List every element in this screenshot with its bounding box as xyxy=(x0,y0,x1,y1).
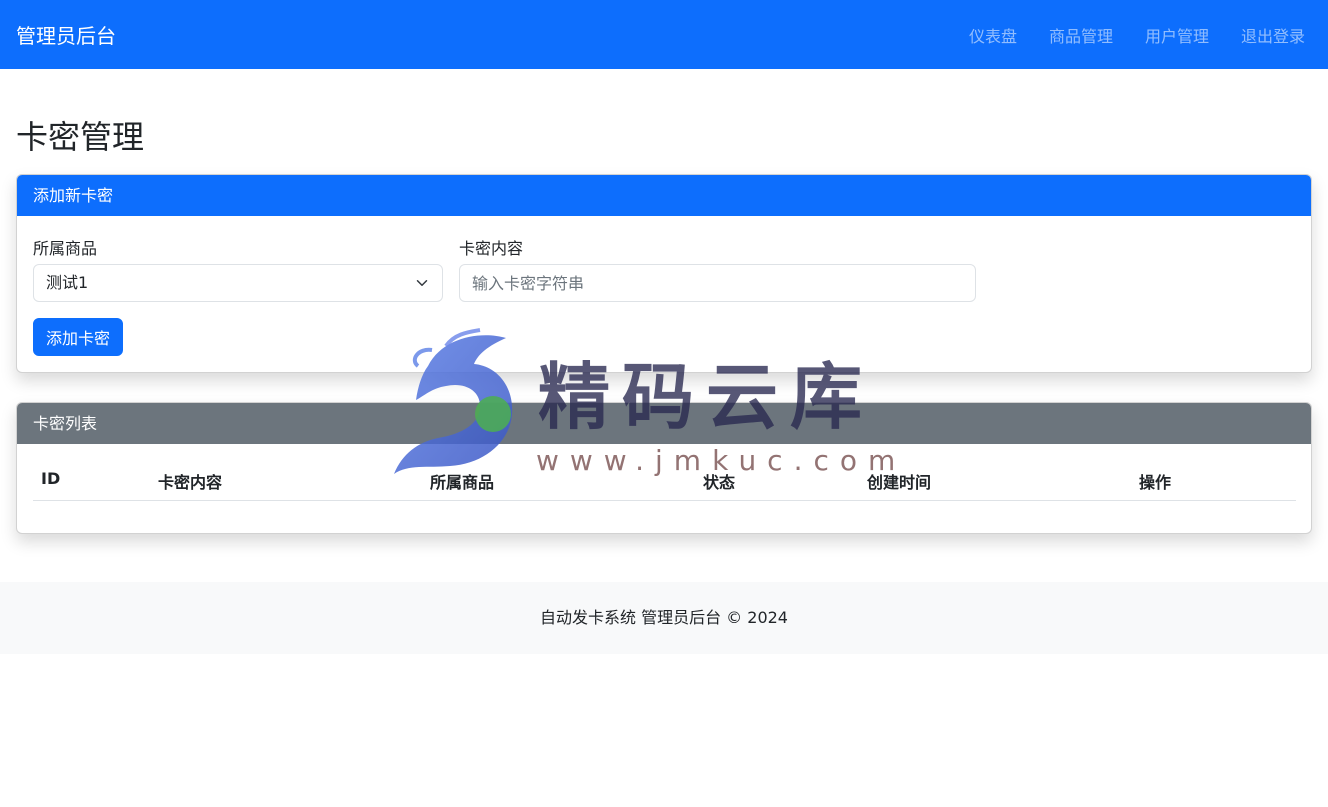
footer-text: 自动发卡系统 管理员后台 © 2024 xyxy=(540,608,788,627)
product-label: 所属商品 xyxy=(33,239,98,258)
product-select[interactable]: 测试1 xyxy=(33,264,443,302)
chevron-down-icon xyxy=(416,280,428,286)
nav-link-users[interactable]: 用户管理 xyxy=(1145,23,1209,47)
column-header-content: 卡密内容 xyxy=(158,473,223,492)
content-label: 卡密内容 xyxy=(459,239,524,258)
card-list-panel: 卡密列表 ID 卡密内容 所属商品 状态 创建时间 操作 xyxy=(16,402,1312,534)
nav-link-products[interactable]: 商品管理 xyxy=(1049,23,1113,47)
add-card-panel: 添加新卡密 所属商品 卡密内容 测试1 添加卡密 xyxy=(16,174,1312,373)
top-navbar: 管理员后台 仪表盘 商品管理 用户管理 退出登录 xyxy=(0,0,1328,69)
column-header-product: 所属商品 xyxy=(430,473,495,492)
product-select-value: 测试1 xyxy=(46,273,89,292)
page-title: 卡密管理 xyxy=(16,118,145,156)
page-footer: 自动发卡系统 管理员后台 © 2024 xyxy=(0,582,1328,654)
column-header-created: 创建时间 xyxy=(867,473,932,492)
column-header-status: 状态 xyxy=(703,473,736,492)
brand-title[interactable]: 管理员后台 xyxy=(16,20,116,49)
column-header-actions: 操作 xyxy=(1139,473,1172,492)
card-content-input[interactable] xyxy=(459,264,976,302)
column-header-id: ID xyxy=(41,469,61,488)
add-card-header: 添加新卡密 xyxy=(17,175,1311,216)
table-header-row: ID 卡密内容 所属商品 状态 创建时间 操作 xyxy=(33,461,1296,501)
nav-link-dashboard[interactable]: 仪表盘 xyxy=(969,23,1017,47)
card-list-header: 卡密列表 xyxy=(17,403,1311,444)
add-card-button[interactable]: 添加卡密 xyxy=(33,318,124,356)
nav-link-logout[interactable]: 退出登录 xyxy=(1241,23,1305,47)
nav-links: 仪表盘 商品管理 用户管理 退出登录 xyxy=(937,23,1312,47)
